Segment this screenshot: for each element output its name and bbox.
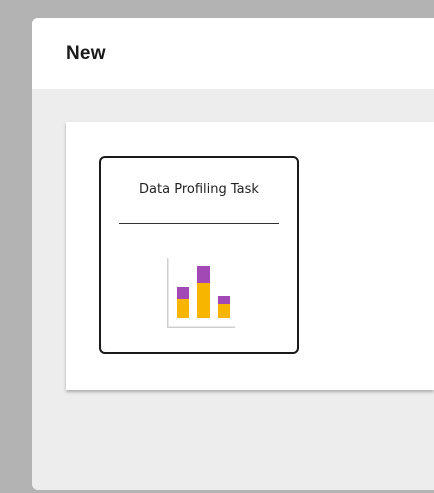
dialog-title: New [66,42,106,64]
bar-1-bottom [177,299,189,318]
bar-2-top [197,266,210,283]
dialog-header: New [32,18,434,89]
bar-3-top [218,296,230,304]
bar-1-top [177,287,189,299]
data-profiling-task-card[interactable]: Data Profiling Task [99,156,299,354]
task-card-label: Data Profiling Task [139,182,259,197]
bar-chart-icon [167,258,235,328]
bar-2-bottom [197,283,210,318]
new-dialog: New Data Profiling Task [32,18,434,490]
task-panel: Data Profiling Task [66,122,434,390]
bar-3-bottom [218,304,230,318]
card-divider [119,223,279,224]
